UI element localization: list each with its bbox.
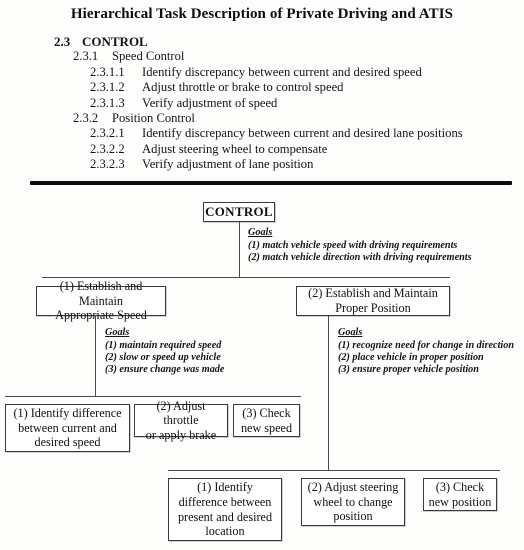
node-check-new-speed: (3) Check new speed (233, 404, 300, 437)
outline-item-2-3-1: 2.3.1 Speed Control (0, 49, 524, 64)
outline-text: Identify discrepancy between current and… (142, 64, 422, 79)
page-title: Hierarchical Task Description of Private… (70, 6, 454, 22)
goal-item: (2) slow or speed up vehicle (105, 351, 221, 363)
outline-text: Speed Control (112, 49, 185, 64)
outline-item-2-3-1-1: 2.3.1.1 Identify discrepancy between cur… (0, 65, 524, 80)
node-label-line1: (1) Identify difference (13, 406, 122, 421)
connector-right-children-horizontal (168, 470, 500, 471)
node-label-line3: position (333, 509, 373, 524)
goal-item: (1) maintain required speed (105, 339, 222, 351)
page-canvas: Hierarchical Task Description of Private… (0, 0, 524, 550)
node-identify-difference-location: (1) Identify difference between present … (168, 478, 282, 541)
node-label-line1: (3) Check (435, 479, 485, 494)
node-label-line1: (3) Check (242, 405, 291, 420)
outline-text: Position Control (112, 111, 195, 126)
outline-number: 2.3 (54, 34, 71, 49)
task-outline-list: 2.3 CONTROL 2.3.1 Speed Control 2.3.1.1 … (0, 34, 524, 173)
outline-number: 2.3.2.1 (90, 126, 125, 141)
outline-text: Verify adjustment of speed (142, 95, 278, 110)
outline-text: Identify discrepancy between current and… (142, 126, 463, 141)
node-label-line2: new position (428, 494, 492, 509)
outline-number: 2.3.1 (73, 49, 99, 64)
goals-left-branch: Goals (1) maintain required speed (2) sl… (105, 327, 224, 376)
goal-item: (1) recognize need for change in directi… (338, 339, 515, 351)
outline-item-2-3-2-2: 2.3.2.2 Adjust steering wheel to compens… (0, 142, 524, 157)
node-label-line2: new speed (240, 420, 293, 435)
connector-level1-horizontal (42, 277, 450, 278)
goals-right-branch: Goals (1) recognize need for change in d… (338, 327, 514, 376)
outline-text: Adjust steering wheel to compensate (142, 141, 328, 156)
goal-item: (2) place vehicle in proper position (338, 351, 484, 363)
outline-text: CONTROL (82, 34, 148, 49)
node-adjust-steering-wheel: (2) Adjust steering wheel to change posi… (301, 478, 405, 526)
goals-heading: Goals (105, 327, 130, 338)
outline-item-2-3: 2.3 CONTROL (0, 34, 524, 49)
node-label-line3: desired speed (34, 435, 101, 450)
node-label-line1: (2) Adjust throttle (156, 398, 206, 428)
node-label: CONTROL (205, 203, 273, 219)
node-label-line1: (1) Establish and Maintain (59, 279, 143, 308)
connector-root-vertical (239, 222, 240, 278)
node-label-line2: between current and (18, 420, 117, 435)
goal-item: (3) ensure change was made (105, 364, 225, 376)
goals-heading: Goals (248, 227, 273, 238)
node-identify-difference-speed: (1) Identify difference between current … (5, 404, 130, 452)
connector-right-branch-vertical (328, 316, 329, 471)
node-label-line4: location (205, 524, 245, 539)
outline-item-2-3-2-3: 2.3.2.3 Verify adjustment of lane positi… (0, 157, 524, 172)
node-establish-appropriate-speed: (1) Establish and Maintain Appropriate S… (36, 279, 166, 322)
node-check-new-position: (3) Check new position (423, 478, 497, 511)
node-label-line3: present and desired (177, 509, 273, 524)
connector-left-children-horizontal (5, 396, 301, 397)
outline-number: 2.3.2 (73, 111, 99, 126)
goal-item: (3) ensure proper vehicle position (338, 364, 479, 376)
goals-control-root: Goals (1) match vehicle speed with drivi… (248, 227, 472, 264)
node-label-line2: wheel to change (313, 494, 393, 509)
connector-left-branch-vertical (95, 316, 96, 397)
outline-number: 2.3.1.3 (90, 95, 125, 110)
outline-text: Verify adjustment of lane position (142, 157, 314, 172)
outline-number: 2.3.1.2 (90, 80, 125, 95)
node-label-line2: Proper Position (335, 301, 411, 315)
node-label-line1: (2) Adjust steering (307, 480, 399, 495)
node-label-line2: difference between (178, 494, 272, 509)
section-divider-rule (30, 181, 512, 185)
outline-number: 2.3.2.3 (90, 157, 125, 172)
outline-item-2-3-1-2: 2.3.1.2 Adjust throttle or brake to cont… (0, 80, 524, 95)
outline-number: 2.3.2.2 (90, 141, 125, 156)
goals-heading: Goals (338, 327, 363, 338)
node-label-line2: Appropriate Speed (55, 308, 147, 323)
outline-item-2-3-2-1: 2.3.2.1 Identify discrepancy between cur… (0, 126, 524, 141)
outline-number: 2.3.1.1 (90, 64, 125, 79)
goal-item: (1) match vehicle speed with driving req… (248, 239, 458, 251)
node-control-root: CONTROL (203, 202, 275, 222)
outline-item-2-3-2: 2.3.2 Position Control (0, 111, 524, 126)
node-label-line2: or apply brake (145, 427, 217, 442)
node-label-line1: (1) Identify (197, 480, 253, 495)
goal-item: (2) match vehicle direction with driving… (248, 251, 472, 263)
node-label-line1: (2) Establish and Maintain (308, 286, 438, 301)
outline-item-2-3-1-3: 2.3.1.3 Verify adjustment of speed (0, 96, 524, 111)
node-adjust-throttle-brake: (2) Adjust throttle or apply brake (134, 399, 228, 442)
node-establish-proper-position: (2) Establish and Maintain Proper Positi… (296, 286, 450, 316)
outline-text: Adjust throttle or brake to control spee… (142, 80, 344, 95)
